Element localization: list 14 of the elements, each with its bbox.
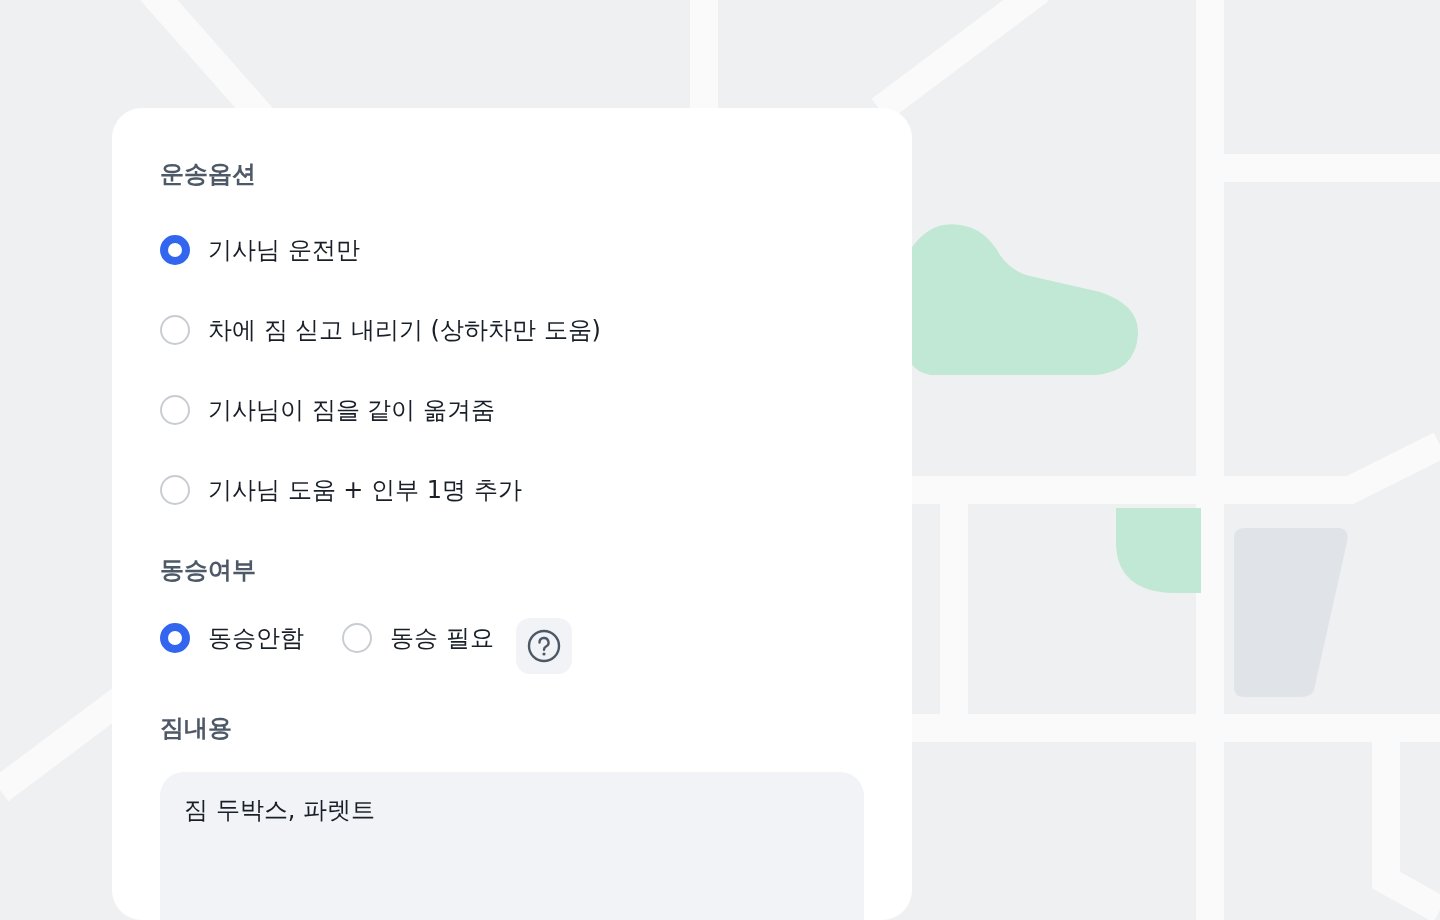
section-title: 운송옵션: [160, 159, 257, 190]
radio-button[interactable]: [160, 235, 190, 265]
radio-option[interactable]: 동승안함: [160, 618, 304, 658]
section-title: 동승여부: [160, 555, 257, 586]
radio-option[interactable]: 기사님 도움 + 인부 1명 추가: [160, 470, 522, 510]
radio-option[interactable]: 동승 필요: [342, 618, 494, 658]
radio-option[interactable]: 기사님이 짐을 같이 옮겨줌: [160, 390, 495, 430]
text-field[interactable]: 짐 두박스, 파렛트: [160, 772, 864, 920]
help-button[interactable]: [515, 618, 572, 674]
radio-option[interactable]: 기사님 운전만: [160, 230, 360, 270]
section-title: 짐내용: [160, 713, 233, 744]
radio-option[interactable]: 차에 짐 싣고 내리기 (상하차만 도움): [160, 310, 601, 350]
help-icon: [526, 629, 561, 663]
radio-button[interactable]: [160, 623, 190, 653]
